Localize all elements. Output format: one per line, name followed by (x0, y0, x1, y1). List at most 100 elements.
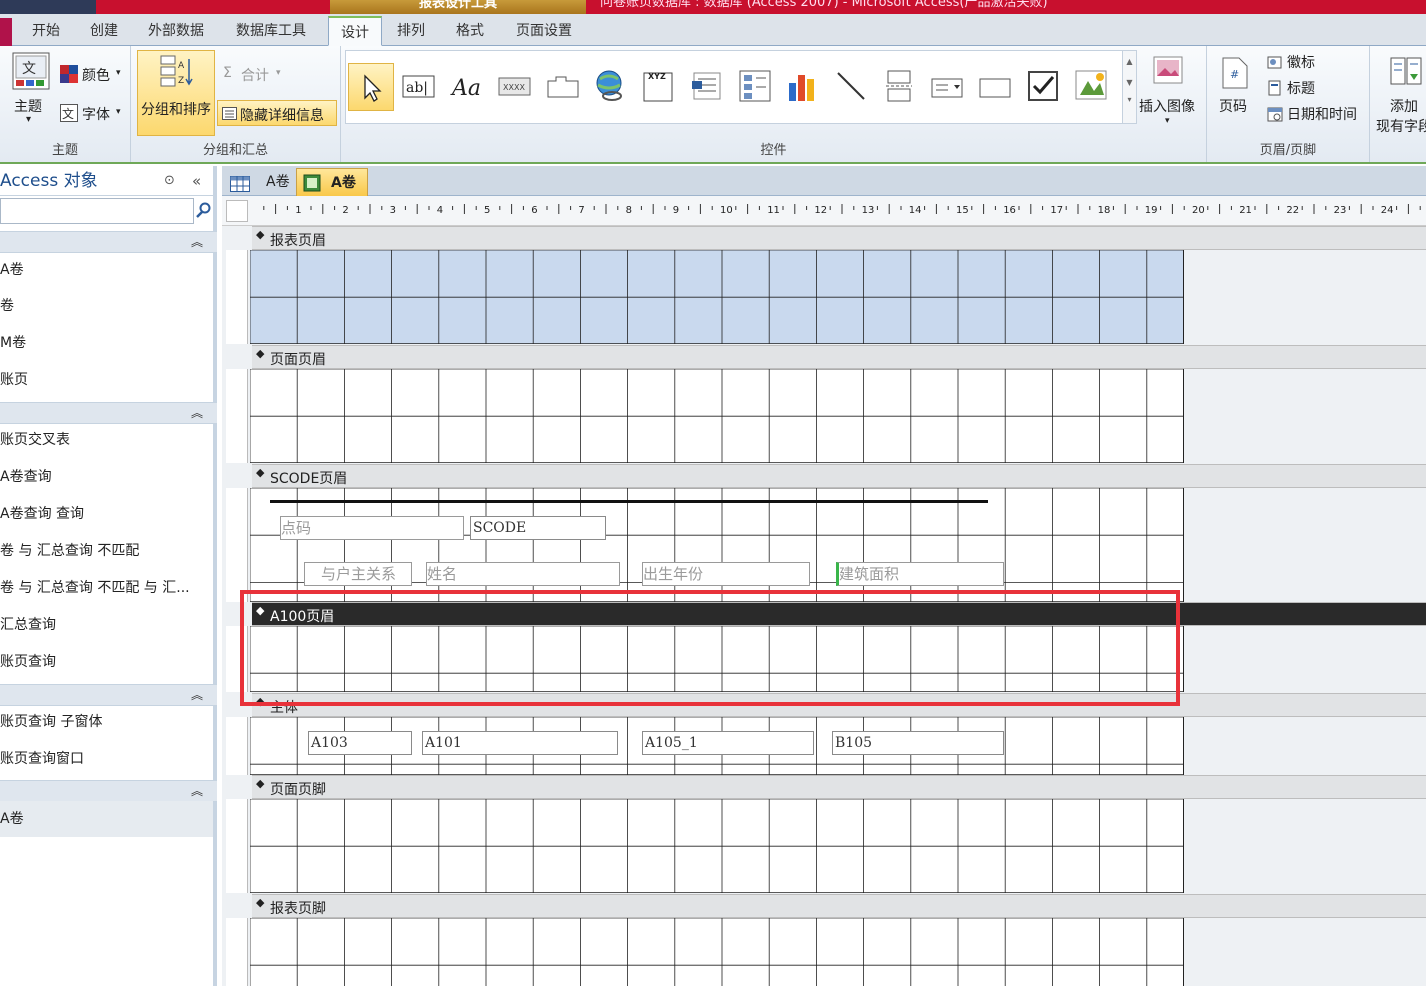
nav-table-item[interactable]: M卷 (0, 325, 213, 361)
title-icon[interactable] (1267, 80, 1283, 100)
select-tool[interactable] (348, 63, 394, 111)
nav-query-item[interactable]: 卷 与 汇总查询 不匹配 与 汇... (0, 570, 213, 606)
report-selector[interactable] (226, 200, 248, 222)
navigation-tool-icon[interactable] (690, 71, 724, 105)
field-b105[interactable]: B105 (832, 731, 1004, 755)
insert-image-button[interactable]: 插入图像 (1139, 96, 1195, 116)
line-tool-icon[interactable] (834, 69, 868, 107)
nav-section-forms[interactable]: ︽ (0, 684, 217, 706)
field-scode[interactable]: SCODE (470, 516, 606, 540)
tab-page-setup[interactable]: 页面设置 (504, 16, 584, 46)
title-button[interactable]: 标题 (1287, 78, 1315, 98)
checkbox-tool-icon[interactable] (1026, 69, 1060, 107)
insert-image-icon[interactable] (1153, 56, 1185, 90)
nav-query-item[interactable]: A卷查询 (0, 459, 213, 495)
nav-table-item[interactable]: A卷 (0, 252, 213, 288)
search-icon[interactable] (196, 202, 212, 222)
colors-icon[interactable] (60, 65, 78, 87)
hide-details-button[interactable]: 隐藏详细信息 (217, 100, 337, 126)
add-fields-icon[interactable] (1390, 56, 1422, 90)
tab-home[interactable]: 开始 (18, 16, 74, 46)
totals-button[interactable]: 合计 (241, 65, 269, 85)
add-fields-line2[interactable]: 现有字段 (1376, 116, 1426, 136)
section-bar-scode-header[interactable]: ◆ SCODE页眉 (252, 464, 1426, 488)
theme-icon[interactable]: 文 (12, 52, 50, 94)
insert-image-dropdown-icon[interactable]: ▾ (1165, 116, 1170, 126)
date-time-icon[interactable] (1267, 106, 1283, 126)
label-name[interactable]: 姓名 (426, 562, 620, 586)
nav-form-item[interactable]: 账页查询 子窗体 (0, 704, 213, 740)
page-number-icon[interactable]: # (1221, 56, 1249, 94)
collapse-chevron-icon[interactable]: ︽ (191, 686, 203, 703)
fonts-icon[interactable]: 文 (60, 104, 78, 126)
tab-format[interactable]: 格式 (444, 16, 496, 46)
tab-database-tools[interactable]: 数据库工具 (222, 16, 320, 46)
field-a105-1[interactable]: A105_1 (642, 731, 814, 755)
field-a103[interactable]: A103 (308, 731, 412, 755)
fonts-dropdown-icon[interactable]: ▾ (116, 107, 121, 117)
image-tool-icon[interactable] (1074, 67, 1110, 107)
nav-query-item[interactable]: A卷查询 查询 (0, 496, 213, 532)
quick-access-toolbar[interactable] (0, 0, 96, 14)
page-numbers-button[interactable]: 页码 (1219, 96, 1247, 116)
tab-create[interactable]: 创建 (76, 16, 132, 46)
nav-table-item[interactable]: 卷 (0, 288, 213, 324)
field-a101[interactable]: A101 (422, 731, 618, 755)
theme-dropdown-arrow-icon[interactable]: ▾ (26, 114, 31, 125)
fonts-button[interactable]: 字体 (82, 104, 110, 124)
nav-section-reports[interactable]: ︽ (0, 780, 217, 802)
label-tool-icon[interactable]: Aa (450, 73, 484, 105)
section-bar-report-footer[interactable]: ◆ 报表页脚 (252, 894, 1426, 918)
colors-button[interactable]: 颜色 (82, 65, 110, 85)
collapse-chevron-icon[interactable]: ︽ (191, 404, 203, 421)
colors-dropdown-icon[interactable]: ▾ (116, 68, 121, 78)
tab-control-tool-icon[interactable] (546, 75, 580, 103)
label-building-area[interactable]: 建筑面积 (836, 562, 1004, 586)
logo-icon[interactable] (1267, 54, 1283, 74)
combo-box-tool-icon[interactable] (930, 73, 964, 105)
nav-header[interactable]: Access 对象 ⊙ « (0, 166, 213, 196)
nav-search-input[interactable] (0, 198, 194, 224)
section-bar-report-header[interactable]: ◆ 报表页眉 (252, 226, 1426, 250)
gallery-scroll[interactable]: ▲ ▼ ▾ (1122, 51, 1136, 123)
hyperlink-tool-icon[interactable] (594, 69, 628, 107)
nav-report-item[interactable]: A卷 (0, 801, 213, 837)
nav-query-item[interactable]: 汇总查询 (0, 607, 213, 643)
totals-dropdown-icon[interactable]: ▾ (276, 68, 281, 78)
tab-external-data[interactable]: 外部数据 (136, 16, 216, 46)
date-time-button[interactable]: 日期和时间 (1287, 104, 1357, 124)
group-sort-button[interactable]: AZ 分组和排序 (137, 50, 215, 136)
logo-button[interactable]: 徽标 (1287, 52, 1315, 72)
nav-query-item[interactable]: 账页查询 (0, 644, 213, 680)
section-bar-page-footer[interactable]: ◆ 页面页脚 (252, 775, 1426, 799)
nav-collapse-icon[interactable]: « (192, 166, 201, 196)
collapse-chevron-icon[interactable]: ︽ (191, 233, 203, 250)
nav-query-item[interactable]: 卷 与 汇总查询 不匹配 (0, 533, 213, 569)
nav-section-queries[interactable]: ︽ (0, 402, 217, 424)
nav-table-item[interactable]: 账页 (0, 362, 213, 398)
add-fields-line1[interactable]: 添加 (1390, 96, 1418, 116)
doc-tab-report-active[interactable]: A卷 (296, 168, 368, 196)
label-birth-year[interactable]: 出生年份 (642, 562, 810, 586)
textbox-tool-icon[interactable]: ab| (402, 75, 436, 103)
tab-design[interactable]: 设计 (328, 16, 382, 46)
button-tool-icon[interactable]: XXXX (498, 77, 532, 101)
nav-query-item[interactable]: 账页交叉表 (0, 422, 213, 458)
horizontal-line[interactable] (270, 500, 988, 503)
theme-button[interactable]: 主题 (14, 96, 42, 116)
nav-menu-dropdown-icon[interactable]: ⊙ (164, 166, 175, 196)
option-group-tool-icon[interactable] (738, 69, 772, 107)
tab-arrange[interactable]: 排列 (386, 16, 436, 46)
section-bar-page-header[interactable]: ◆ 页面页眉 (252, 345, 1426, 369)
label-relation[interactable]: 与户主关系 (304, 562, 412, 586)
doc-tab-table[interactable]: A卷 (228, 168, 294, 196)
nav-form-item[interactable]: 账页查询窗口 (0, 741, 213, 777)
page-break-tool-icon[interactable] (882, 69, 916, 107)
rectangle-tool-icon[interactable] (978, 73, 1012, 105)
nav-section-tables[interactable]: ︽ (0, 231, 217, 253)
label-dianma[interactable]: 点码 (280, 516, 464, 540)
chart-tool-icon[interactable] (786, 69, 820, 107)
web-browser-tool-icon[interactable]: XYZ (642, 69, 676, 107)
file-tab[interactable] (0, 18, 12, 46)
collapse-chevron-icon[interactable]: ︽ (191, 782, 203, 799)
